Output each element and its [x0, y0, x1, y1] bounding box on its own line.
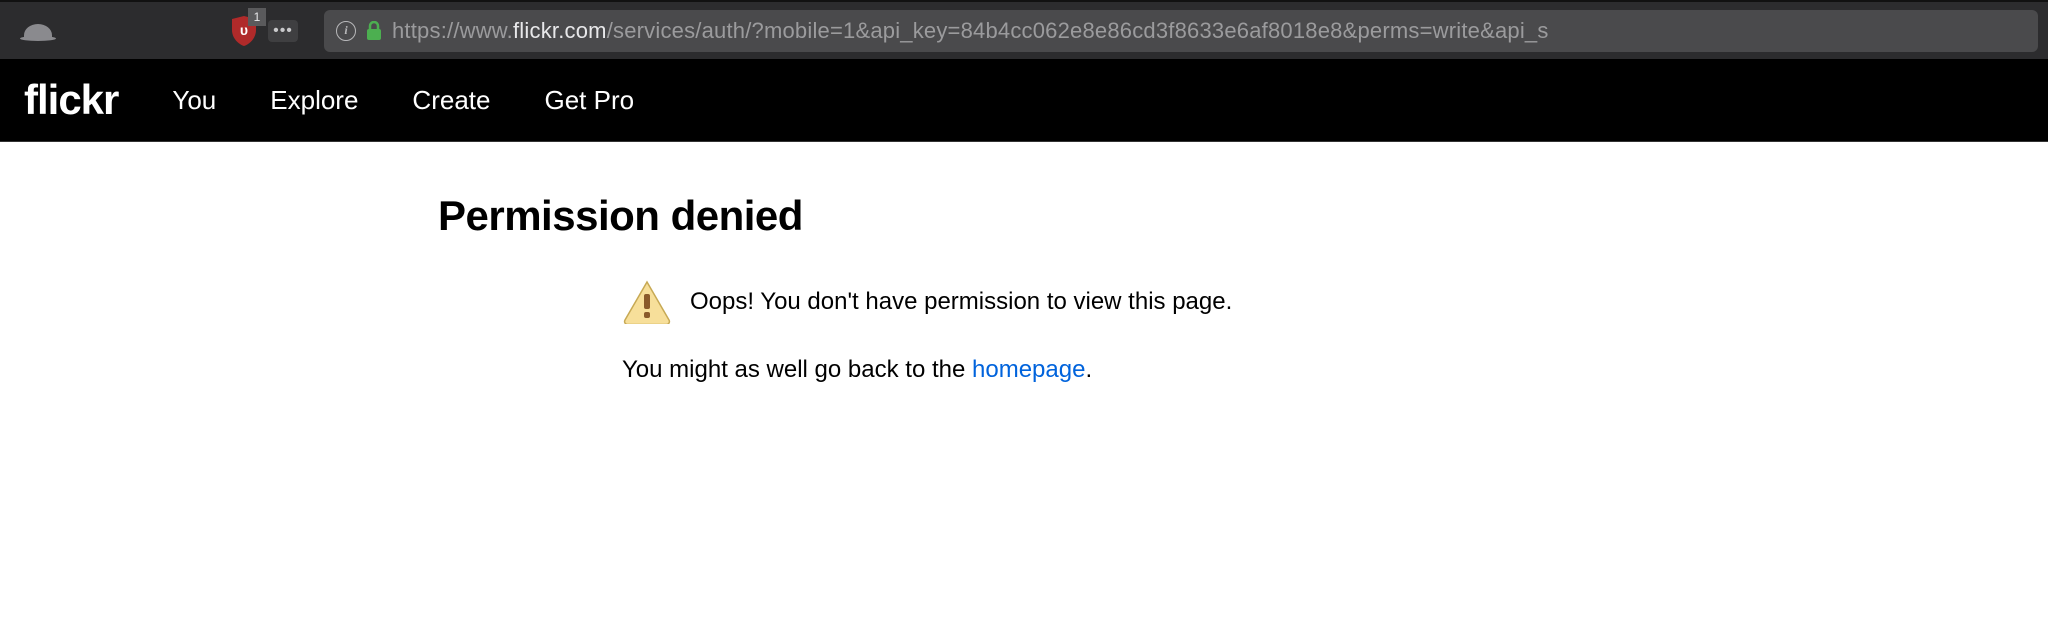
ublock-extension-button[interactable]: υ 1 — [230, 16, 258, 46]
homepage-link[interactable]: homepage — [972, 356, 1085, 383]
lock-icon — [366, 21, 382, 41]
error-message-text: Oops! You don't have permission to view … — [690, 288, 1232, 316]
extension-area: υ 1 ••• — [230, 16, 298, 46]
page-title: Permission denied — [438, 192, 2048, 240]
nav-you[interactable]: You — [172, 85, 216, 116]
error-sub-text: You might as well go back to the homepag… — [622, 356, 2048, 384]
site-info-icon[interactable] — [336, 21, 356, 41]
url-bar[interactable]: https://www.flickr.com/services/auth/?mo… — [324, 10, 2038, 52]
warning-icon — [622, 280, 672, 324]
ublock-badge: 1 — [248, 8, 266, 26]
nav-get-pro[interactable]: Get Pro — [544, 85, 634, 116]
extensions-overflow-button[interactable]: ••• — [268, 20, 298, 42]
page-content: Permission denied Oops! You don't have p… — [0, 142, 2048, 384]
site-nav: flickr You Explore Create Get Pro — [0, 59, 2048, 142]
error-message-row: Oops! You don't have permission to view … — [622, 280, 2048, 324]
nav-create[interactable]: Create — [412, 85, 490, 116]
url-text: https://www.flickr.com/services/auth/?mo… — [392, 18, 1549, 44]
svg-text:υ: υ — [240, 22, 248, 38]
flickr-logo[interactable]: flickr — [24, 76, 118, 124]
nav-explore[interactable]: Explore — [270, 85, 358, 116]
incognito-icon — [24, 22, 52, 40]
sub-suffix: . — [1085, 356, 1092, 383]
sub-prefix: You might as well go back to the — [622, 356, 972, 383]
browser-toolbar: υ 1 ••• https://www.flickr.com/services/… — [0, 0, 2048, 59]
